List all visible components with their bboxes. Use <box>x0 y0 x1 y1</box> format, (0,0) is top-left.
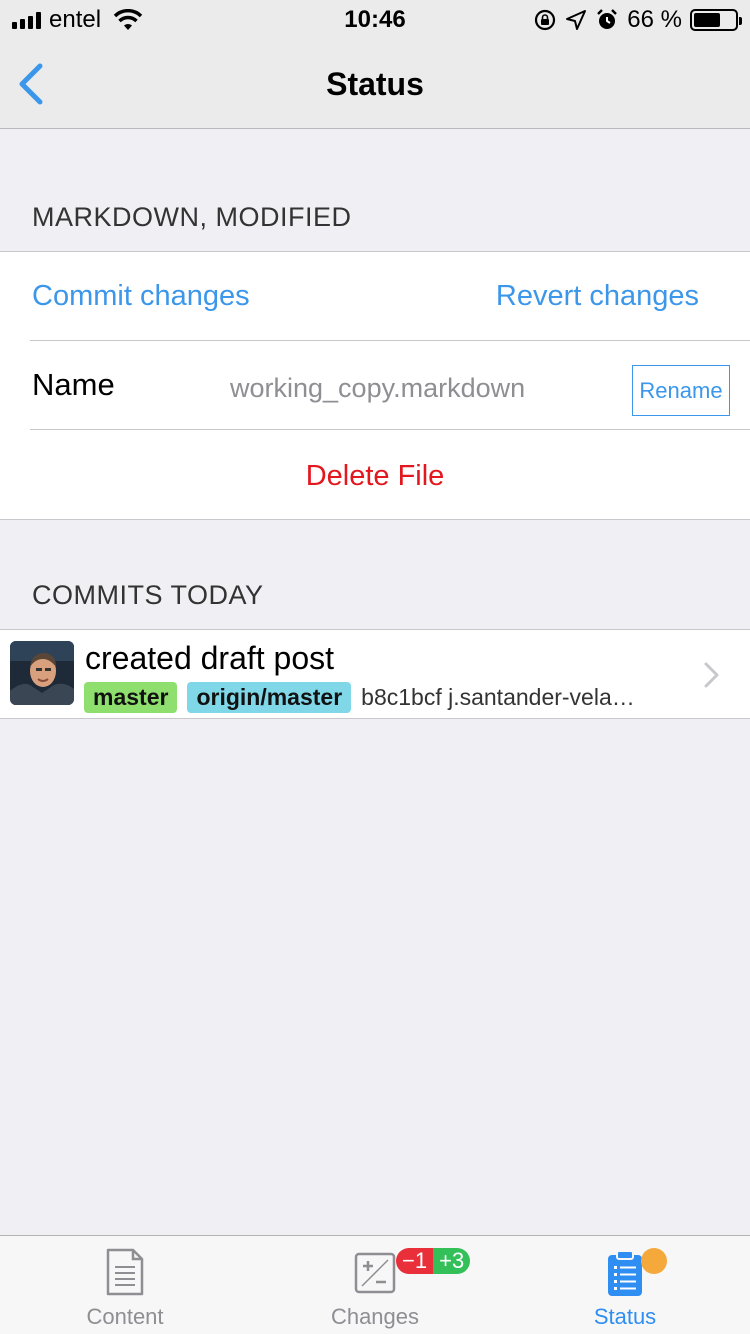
changes-badge: −1 +3 <box>396 1248 471 1274</box>
file-actions-group: Commit changes Revert changes Name worki… <box>0 251 750 520</box>
tab-status-label: Status <box>593 1304 657 1329</box>
commit-revert-row: Commit changes Revert changes <box>0 252 750 341</box>
alarm-icon <box>597 9 618 29</box>
commits-group: created draft post master origin/master … <box>0 629 750 719</box>
commit-row[interactable]: created draft post master origin/master … <box>0 630 750 718</box>
commit-tags: master origin/master b8c1bcf j.santander… <box>84 682 635 713</box>
navigation-bar: Status <box>0 40 750 129</box>
file-name-value[interactable]: working_copy.markdown <box>230 373 525 404</box>
battery-fill <box>694 13 721 27</box>
badge-removed-count: −1 <box>396 1248 434 1274</box>
revert-changes-button[interactable]: Revert changes <box>496 280 699 313</box>
location-icon <box>566 10 587 30</box>
status-bar: entel 10:46 66 % <box>0 0 750 40</box>
section-header-file: MARKDOWN, MODIFIED <box>32 202 352 232</box>
section-header-commits: COMMITS TODAY <box>32 580 264 610</box>
badge-added-count: +3 <box>433 1248 471 1274</box>
rotation-lock-icon <box>535 9 556 31</box>
avatar <box>10 641 74 705</box>
clipboard-list-icon <box>608 1250 642 1296</box>
rename-button[interactable]: Rename <box>632 365 730 416</box>
tab-changes[interactable]: −1 +3 Changes <box>250 1236 500 1334</box>
document-icon <box>106 1248 144 1296</box>
battery-icon <box>690 9 742 31</box>
name-label: Name <box>32 367 115 402</box>
status-bar-right: 66 % <box>533 6 742 34</box>
delete-row: Delete File <box>0 430 750 519</box>
delete-file-button[interactable]: Delete File <box>0 460 750 493</box>
page-title: Status <box>326 66 424 102</box>
commit-hash-author: b8c1bcf j.santander-vela… <box>361 684 635 710</box>
commit-title: created draft post <box>85 640 335 676</box>
tab-bar: Content −1 +3 Changes Status <box>0 1235 750 1334</box>
tab-changes-label: Changes <box>330 1304 420 1329</box>
chevron-right-icon <box>704 662 719 688</box>
diff-icon <box>354 1252 396 1294</box>
branch-tag-master: master <box>84 682 178 713</box>
name-row: Name working_copy.markdown Rename <box>0 341 750 430</box>
branch-tag-origin: origin/master <box>187 682 352 713</box>
commit-changes-button[interactable]: Commit changes <box>32 280 250 313</box>
tab-content[interactable]: Content <box>0 1236 250 1334</box>
tab-content-label: Content <box>86 1304 164 1329</box>
tab-status[interactable]: Status <box>500 1236 750 1334</box>
battery-percentage: 66 % <box>627 6 682 33</box>
status-indicator-dot <box>641 1248 667 1274</box>
